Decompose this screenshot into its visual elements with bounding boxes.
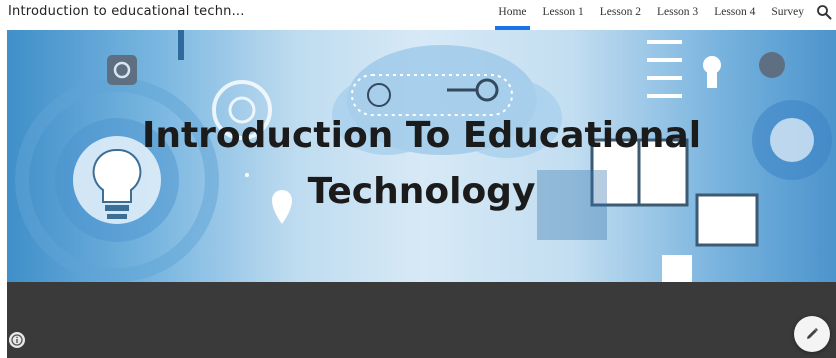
search-icon[interactable]: [816, 4, 832, 20]
top-navigation-bar: Introduction to educational techn... Hom…: [0, 0, 836, 30]
page-title-line-2: Technology: [307, 171, 536, 212]
pencil-icon: [807, 327, 819, 339]
nav-item-lesson-4[interactable]: Lesson 4: [706, 0, 763, 30]
nav-item-survey[interactable]: Survey: [763, 0, 812, 30]
nav-item-lesson-1[interactable]: Lesson 1: [535, 0, 592, 30]
footer-section: [7, 282, 836, 358]
main-nav: Home Lesson 1 Lesson 2 Lesson 3 Lesson 4…: [490, 0, 834, 30]
nav-item-home[interactable]: Home: [490, 0, 534, 30]
site-title[interactable]: Introduction to educational techn...: [8, 4, 245, 19]
page-title-line-1: Introduction To Educational: [141, 115, 702, 156]
nav-item-lesson-2[interactable]: Lesson 2: [592, 0, 649, 30]
nav-item-lesson-3[interactable]: Lesson 3: [649, 0, 706, 30]
page-title: Introduction To Educational Technology: [7, 108, 836, 220]
info-icon[interactable]: [9, 332, 25, 348]
hero-banner: Introduction To Educational Technology: [7, 30, 836, 282]
edit-button[interactable]: [794, 316, 830, 352]
